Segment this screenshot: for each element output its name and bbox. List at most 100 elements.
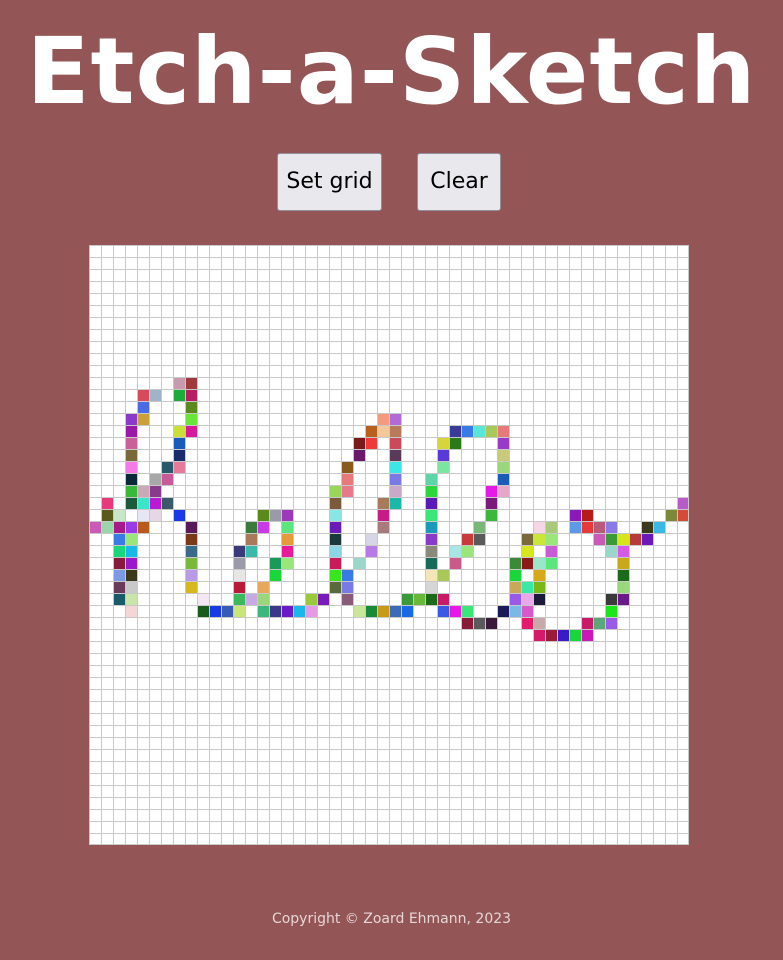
clear-button[interactable]: Clear — [417, 153, 501, 211]
painted-cell — [173, 461, 185, 473]
painted-cell — [593, 521, 605, 533]
painted-cell — [233, 593, 245, 605]
sketch-grid[interactable] — [89, 245, 689, 845]
painted-cell — [497, 605, 509, 617]
painted-cell — [305, 593, 317, 605]
painted-cell — [125, 449, 137, 461]
painted-cell — [533, 617, 545, 629]
painted-cell — [125, 461, 137, 473]
painted-cell — [173, 437, 185, 449]
painted-cell — [497, 473, 509, 485]
painted-cell — [365, 533, 377, 545]
painted-cell — [353, 449, 365, 461]
painted-cell — [125, 485, 137, 497]
painted-cell — [305, 605, 317, 617]
painted-cell — [497, 461, 509, 473]
painted-cell — [281, 521, 293, 533]
painted-cell — [245, 545, 257, 557]
painted-cell — [101, 521, 113, 533]
footer-copyright: Copyright © Zoard Ehmann, 2023 — [271, 911, 512, 927]
painted-cell — [389, 425, 401, 437]
painted-cell — [605, 593, 617, 605]
sketch-canvas[interactable] — [89, 245, 689, 845]
painted-cell — [521, 617, 533, 629]
painted-cell — [401, 605, 413, 617]
painted-cell — [113, 581, 125, 593]
painted-cell — [149, 509, 161, 521]
painted-cell — [233, 569, 245, 581]
painted-cell — [377, 413, 389, 425]
painted-cell — [281, 557, 293, 569]
painted-cell — [521, 533, 533, 545]
painted-cell — [545, 521, 557, 533]
painted-cell — [581, 509, 593, 521]
painted-cell — [533, 569, 545, 581]
painted-cell — [521, 593, 533, 605]
painted-cell — [245, 521, 257, 533]
painted-cell — [437, 593, 449, 605]
painted-cell — [425, 509, 437, 521]
painted-cell — [425, 545, 437, 557]
painted-cell — [317, 593, 329, 605]
painted-cell — [125, 425, 137, 437]
painted-cell — [125, 605, 137, 617]
painted-cell — [569, 629, 581, 641]
painted-cell — [461, 425, 473, 437]
painted-cell — [545, 557, 557, 569]
painted-cell — [137, 413, 149, 425]
painted-cell — [485, 485, 497, 497]
painted-cell — [365, 425, 377, 437]
painted-cell — [341, 581, 353, 593]
painted-cell — [185, 425, 197, 437]
painted-cell — [665, 509, 677, 521]
painted-cell — [509, 593, 521, 605]
painted-cell — [449, 557, 461, 569]
painted-cell — [425, 497, 437, 509]
painted-cell — [461, 533, 473, 545]
painted-cell — [653, 521, 665, 533]
painted-cell — [569, 509, 581, 521]
painted-cell — [341, 569, 353, 581]
painted-cell — [185, 581, 197, 593]
painted-cell — [329, 533, 341, 545]
painted-cell — [425, 473, 437, 485]
painted-cell — [605, 617, 617, 629]
painted-cell — [677, 509, 689, 521]
painted-cell — [257, 509, 269, 521]
painted-cell — [569, 521, 581, 533]
painted-cell — [401, 593, 413, 605]
painted-cell — [485, 497, 497, 509]
painted-cell — [425, 521, 437, 533]
painted-cell — [437, 569, 449, 581]
painted-cell — [497, 449, 509, 461]
painted-cell — [533, 629, 545, 641]
painted-cell — [473, 617, 485, 629]
painted-cell — [257, 605, 269, 617]
painted-cell — [581, 521, 593, 533]
painted-cell — [473, 533, 485, 545]
painted-cell — [137, 485, 149, 497]
painted-cell — [125, 497, 137, 509]
painted-cell — [413, 593, 425, 605]
painted-cell — [425, 557, 437, 569]
painted-cell — [281, 545, 293, 557]
painted-cell — [557, 629, 569, 641]
painted-cell — [497, 425, 509, 437]
set-grid-button[interactable]: Set grid — [277, 153, 382, 211]
painted-cell — [485, 617, 497, 629]
painted-cell — [437, 449, 449, 461]
painted-cell — [437, 461, 449, 473]
painted-cell — [641, 521, 653, 533]
painted-cell — [137, 401, 149, 413]
painted-cell — [161, 497, 173, 509]
painted-cell — [233, 581, 245, 593]
painted-cell — [425, 593, 437, 605]
painted-cell — [293, 605, 305, 617]
painted-cell — [617, 557, 629, 569]
painted-cell — [425, 485, 437, 497]
painted-cell — [461, 617, 473, 629]
painted-cell — [125, 533, 137, 545]
painted-cell — [245, 593, 257, 605]
page-title: Etch-a-Sketch — [26, 18, 757, 125]
painted-cell — [101, 497, 113, 509]
